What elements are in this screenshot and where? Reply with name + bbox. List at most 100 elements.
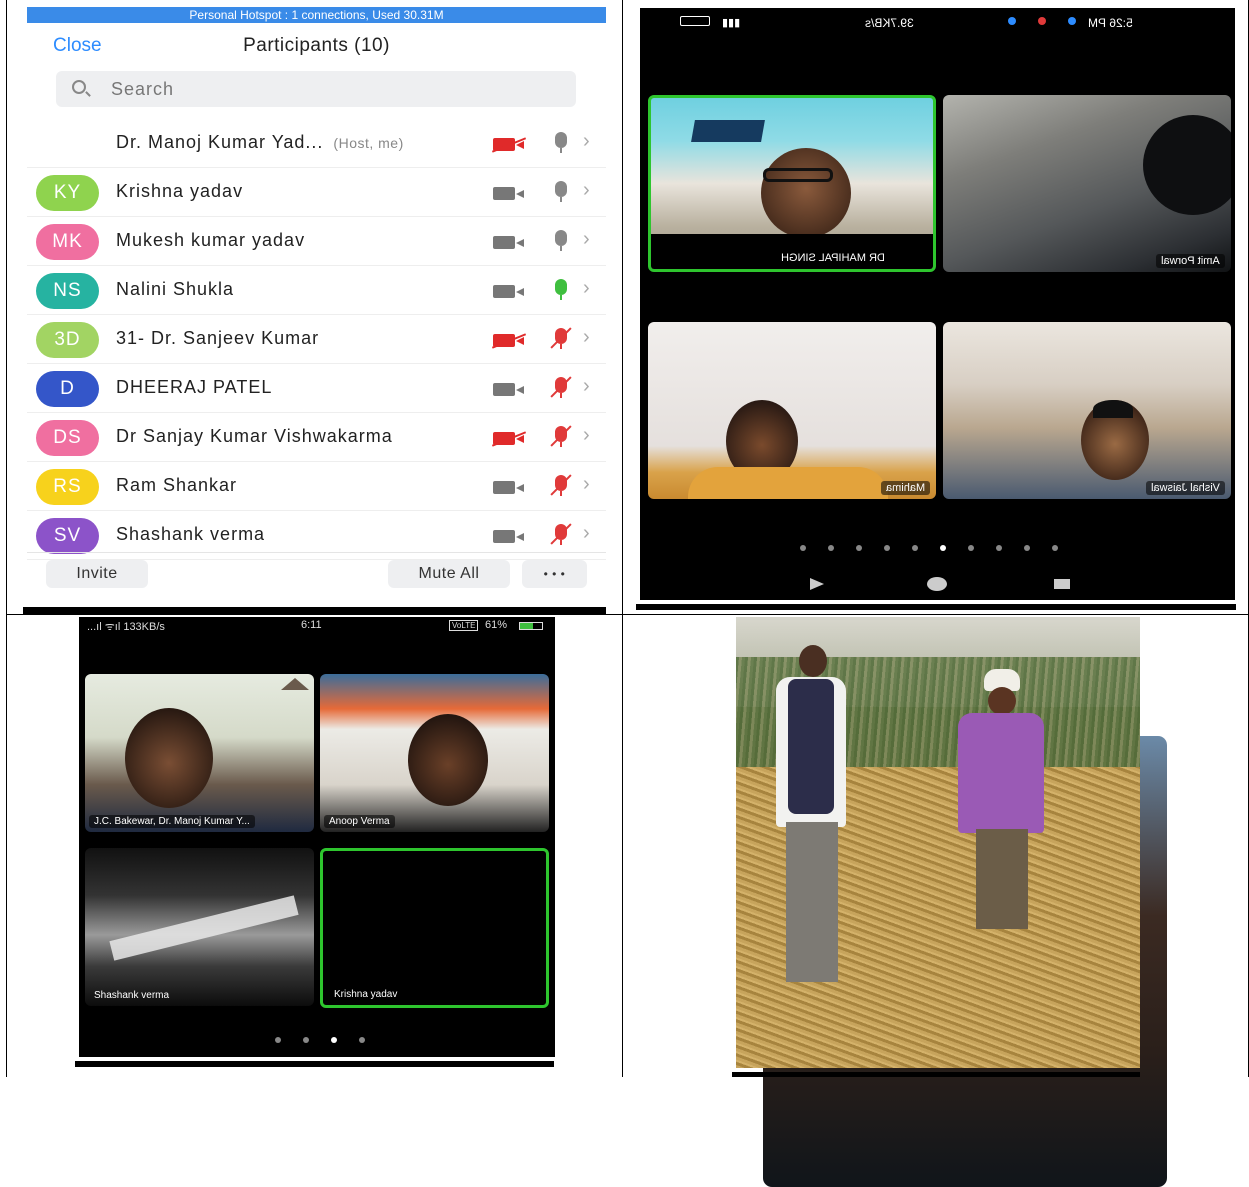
avatar: NS (36, 273, 99, 309)
tile-name-tag: Mahima (880, 481, 930, 495)
participant-row[interactable]: 3D 31- Dr. Sanjeev Kumar › (27, 315, 606, 364)
microphone-icon (555, 279, 567, 300)
page-dot[interactable] (1024, 545, 1030, 551)
participant-face (1143, 115, 1231, 215)
person-trousers (976, 829, 1028, 929)
status-bar: 5:26 PM 39.7KB/s ▮▮▮ (640, 14, 1235, 30)
participant-row[interactable]: KY Krishna yadav › (27, 168, 606, 217)
page-dot[interactable] (912, 545, 918, 551)
status-signal: ...ıl ᯤıl 133KB/s (87, 621, 165, 633)
video-camera-icon (493, 187, 524, 200)
participant-row[interactable]: DS Dr Sanjay Kumar Vishwakarma › (27, 413, 606, 462)
participant-row[interactable]: D DHEERAJ PATEL › (27, 364, 606, 413)
recents-button[interactable] (1054, 579, 1070, 589)
participant-name: Krishna yadav (116, 181, 244, 201)
mic-muted-icon (555, 475, 567, 496)
page-dot[interactable] (1052, 545, 1058, 551)
video-tile[interactable]: DR MAHIPAL SINGH (648, 95, 936, 272)
avatar: DS (36, 420, 99, 456)
video-off-icon (493, 432, 524, 445)
signal-icon: ▮▮▮ (722, 17, 741, 29)
android-navbar (640, 570, 1235, 600)
page-title: Participants (10) (243, 35, 390, 56)
chevron-right-icon[interactable]: › (583, 277, 590, 300)
avatar: KY (36, 175, 99, 211)
page-dot[interactable] (303, 1037, 309, 1043)
participant-row[interactable]: Dr. Manoj Kumar Yad... (Host, me) › (27, 119, 1167, 1187)
glasses (763, 168, 833, 182)
video-camera-icon (493, 236, 524, 249)
chevron-right-icon[interactable]: › (583, 326, 590, 349)
status-bar: ...ıl ᯤıl 133KB/s 6:11 VoLTE 61% (79, 619, 555, 633)
video-tile[interactable]: Krishna yadav (320, 848, 549, 1008)
page-indicator (800, 545, 1058, 551)
participant-face (761, 148, 851, 238)
video-tile[interactable]: Anoop Verma (320, 674, 549, 832)
mic-muted-icon (555, 524, 567, 545)
video-camera-icon (493, 285, 524, 298)
notification-icon (1008, 17, 1016, 25)
participant-hair (1093, 400, 1133, 418)
person-trousers (786, 822, 838, 982)
page-dot[interactable] (996, 545, 1002, 551)
page-dot[interactable] (884, 545, 890, 551)
home-button[interactable] (927, 577, 947, 591)
host-tag: (Host, me) (333, 135, 404, 151)
microphone-icon (555, 132, 567, 153)
participants-panel: Personal Hotspot : 1 connections, Used 3… (27, 7, 1167, 1187)
video-camera-icon (493, 530, 524, 543)
page-dot[interactable] (856, 545, 862, 551)
status-time: 5:26 PM (1088, 16, 1133, 30)
chevron-right-icon[interactable]: › (583, 375, 590, 398)
photo-bottom-bar (732, 1072, 1140, 1077)
person-head (799, 645, 827, 677)
page-dot[interactable] (359, 1037, 365, 1043)
chevron-right-icon[interactable]: › (583, 130, 590, 153)
back-button[interactable] (810, 578, 824, 590)
chevron-right-icon[interactable]: › (583, 522, 590, 545)
battery-percent: 61% (485, 619, 508, 631)
invite-button[interactable]: Invite (46, 560, 148, 588)
participant-row[interactable]: NS Nalini Shukla › (27, 266, 606, 315)
video-tile[interactable]: Amit Porwal (943, 95, 1231, 272)
mic-muted-icon (555, 328, 567, 349)
participant-name: DHEERAJ PATEL (116, 377, 273, 397)
person-vest (788, 679, 834, 814)
page-dot[interactable] (940, 545, 946, 551)
page-dot[interactable] (331, 1037, 337, 1043)
participant-name: Mukesh kumar yadav (116, 230, 306, 250)
tile-name-tag: Anoop Verma (324, 815, 395, 828)
more-options-button[interactable]: • • • (522, 560, 587, 588)
video-camera-icon (493, 383, 524, 396)
mute-all-button[interactable]: Mute All (388, 560, 510, 588)
volte-badge: VoLTE (449, 620, 479, 631)
notification-icon (1068, 17, 1076, 25)
grid-divider-vertical (622, 0, 623, 1077)
tile-name-tag: J.C. Bakewar, Dr. Manoj Kumar Y... (89, 815, 255, 828)
search-input[interactable]: Search (56, 71, 576, 107)
participant-face (408, 714, 488, 806)
video-tile[interactable]: Mahima (648, 322, 936, 499)
chevron-right-icon[interactable]: › (583, 228, 590, 251)
page-dot[interactable] (800, 545, 806, 551)
chevron-right-icon[interactable]: › (583, 424, 590, 447)
search-placeholder: Search (111, 79, 175, 99)
chevron-right-icon[interactable]: › (583, 473, 590, 496)
avatar: SV (36, 518, 99, 554)
page-dot[interactable] (828, 545, 834, 551)
shelf-decor (281, 678, 309, 690)
hotspot-banner[interactable]: Personal Hotspot : 1 connections, Used 3… (27, 7, 606, 23)
video-tile[interactable]: Shashank verma (85, 848, 314, 1006)
participant-shirt (688, 467, 888, 499)
participant-name: Dr. Manoj Kumar Yad... (Host, me) (116, 132, 404, 152)
video-tile[interactable]: Vishal Jaiswal (943, 322, 1231, 499)
participant-row[interactable]: RS Ram Shankar › (27, 462, 606, 511)
page-dot[interactable] (968, 545, 974, 551)
chevron-right-icon[interactable]: › (583, 179, 590, 202)
wall-poster (691, 120, 765, 142)
page-dot[interactable] (275, 1037, 281, 1043)
participant-row[interactable]: MK Mukesh kumar yadav › (27, 217, 606, 266)
mic-muted-icon (555, 377, 567, 398)
video-tile[interactable]: J.C. Bakewar, Dr. Manoj Kumar Y... (85, 674, 314, 832)
participants-footer: Invite Mute All • • • (27, 552, 606, 598)
